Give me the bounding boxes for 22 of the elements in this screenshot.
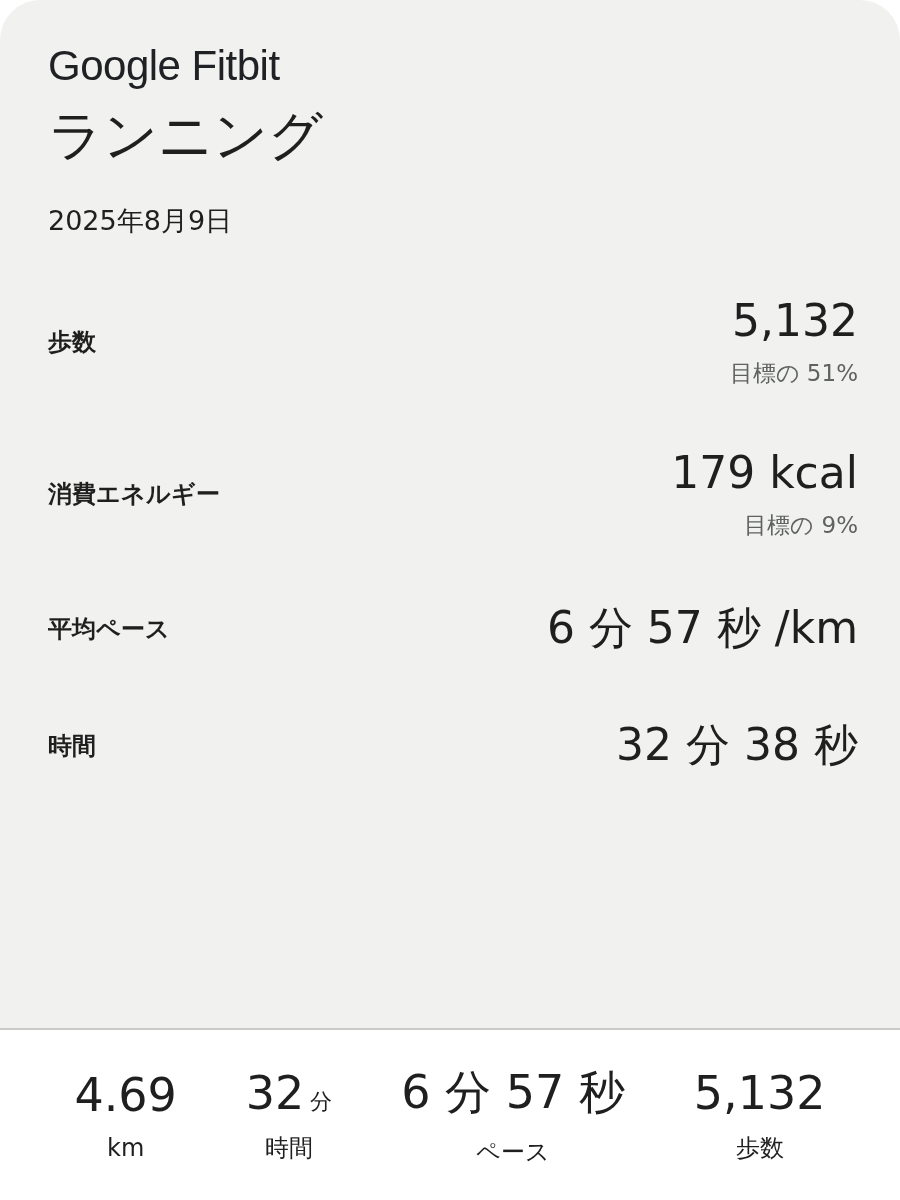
activity-date: 2025年8月9日 — [48, 204, 234, 238]
summary-value: 6 分 57 秒 — [401, 1064, 625, 1121]
stat-value: 5,132 — [732, 295, 858, 346]
summary-value: 32 — [245, 1066, 305, 1120]
stat-value: 179 kcal — [671, 447, 858, 498]
stat-value: 6 分 57 秒 /km — [546, 601, 858, 655]
summary-value: 5,132 — [693, 1066, 826, 1120]
summary-label: ペース — [476, 1137, 551, 1168]
stat-label: 平均ペース — [48, 613, 170, 645]
activity-title: ランニング — [48, 103, 324, 169]
goal-note: 目標の 9% — [744, 511, 858, 540]
summary-label: km — [107, 1134, 145, 1162]
summary-label: 時間 — [265, 1133, 314, 1164]
brand-logo: Google Fitbit — [48, 42, 281, 90]
stat-label: 時間 — [48, 730, 96, 762]
summary-value: 4.69 — [74, 1068, 177, 1122]
stat-label: 消費エネルギー — [48, 479, 220, 510]
stat-value: 32 分 38 秒 — [616, 718, 858, 772]
summary-unit: 分 — [310, 1088, 333, 1116]
summary-label: 歩数 — [735, 1133, 784, 1164]
stat-label: 歩数 — [48, 327, 96, 358]
goal-note: 目標の 51% — [729, 359, 858, 388]
